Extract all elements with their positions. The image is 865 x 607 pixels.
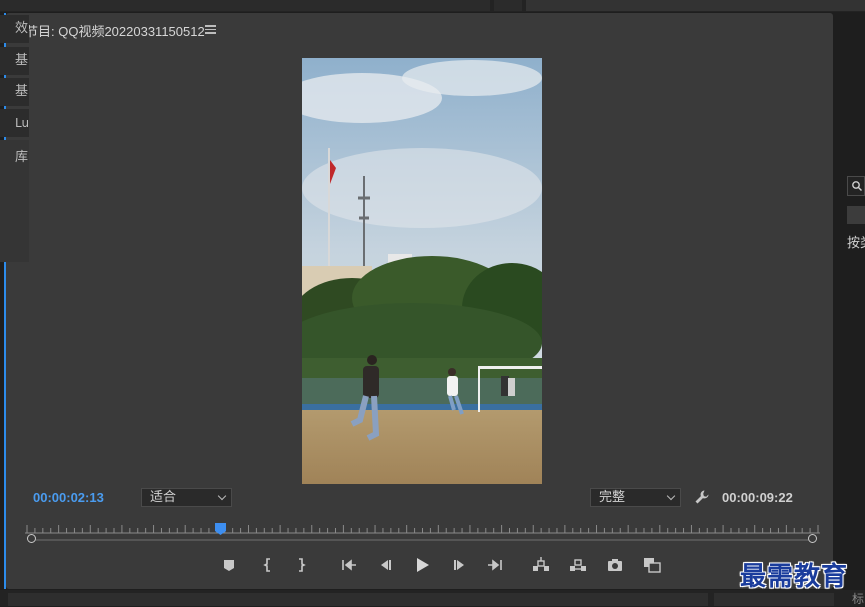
hamburger-menu-icon[interactable] (205, 23, 216, 35)
bottom-panel-area (8, 593, 708, 606)
search-icon (852, 181, 862, 191)
extract-icon[interactable] (566, 553, 590, 577)
library-search-input[interactable] (847, 176, 865, 196)
panel-tab-effects[interactable]: 效 (0, 15, 29, 43)
top-panel-strip (0, 0, 865, 12)
duration-timecode: 00:00:09:22 (722, 490, 793, 505)
lift-icon[interactable] (529, 553, 553, 577)
play-icon[interactable] (410, 553, 434, 577)
playback-quality-select[interactable]: 完整 (590, 488, 681, 507)
mark-out-icon[interactable] (289, 553, 313, 577)
top-panel-right-area (526, 0, 865, 11)
current-timecode[interactable]: 00:00:02:13 (33, 490, 104, 505)
zoom-select[interactable]: 适合 (141, 488, 232, 507)
right-panel-stack (836, 13, 865, 589)
step-back-icon[interactable] (373, 553, 397, 577)
bottom-panel-strip (0, 590, 865, 606)
wrench-icon[interactable] (694, 489, 710, 505)
bottom-panel-area-2 (714, 593, 834, 606)
program-monitor: 节目: QQ视频20220331150512 00:00:02:13 适合 完整… (6, 13, 833, 589)
panel-tab-basic-1[interactable]: 基 (0, 47, 29, 75)
watermark-logo: 最需教育 (740, 562, 849, 592)
library-dropdown[interactable] (847, 206, 865, 224)
chevron-down-icon (666, 491, 676, 501)
video-preview[interactable] (302, 58, 542, 484)
bottom-panel-label[interactable]: 标 (852, 590, 864, 607)
time-ruler[interactable] (25, 523, 820, 535)
monitor-title[interactable]: 节目: QQ视频20220331150512 (25, 21, 205, 40)
camera-icon[interactable] (603, 553, 627, 577)
top-panel-tab-area (0, 0, 490, 11)
mark-in-icon[interactable] (256, 553, 280, 577)
zoom-scrollbar-left-handle[interactable] (27, 534, 36, 543)
panel-tab-basic-2[interactable]: 基 (0, 78, 29, 106)
panel-libraries[interactable]: 库 (0, 140, 29, 262)
chevron-down-icon (217, 491, 227, 501)
library-filter-button[interactable]: 按类 (847, 232, 865, 251)
panel-tab-lumetri[interactable]: Lu (0, 109, 29, 137)
top-panel-divider (494, 0, 522, 11)
zoom-scrollbar[interactable] (30, 539, 814, 541)
zoom-select-value: 适合 (150, 490, 177, 505)
comparison-view-icon[interactable] (640, 553, 664, 577)
step-forward-icon[interactable] (448, 553, 472, 577)
video-frame-image (302, 58, 542, 484)
transport-controls (6, 553, 833, 579)
go-to-out-icon[interactable] (483, 553, 507, 577)
go-to-in-icon[interactable] (337, 553, 361, 577)
zoom-scrollbar-right-handle[interactable] (808, 534, 817, 543)
add-marker-icon[interactable] (217, 553, 241, 577)
playhead[interactable] (214, 520, 226, 535)
panel-tab-libraries: 库 (15, 150, 29, 165)
quality-select-value: 完整 (599, 490, 626, 505)
